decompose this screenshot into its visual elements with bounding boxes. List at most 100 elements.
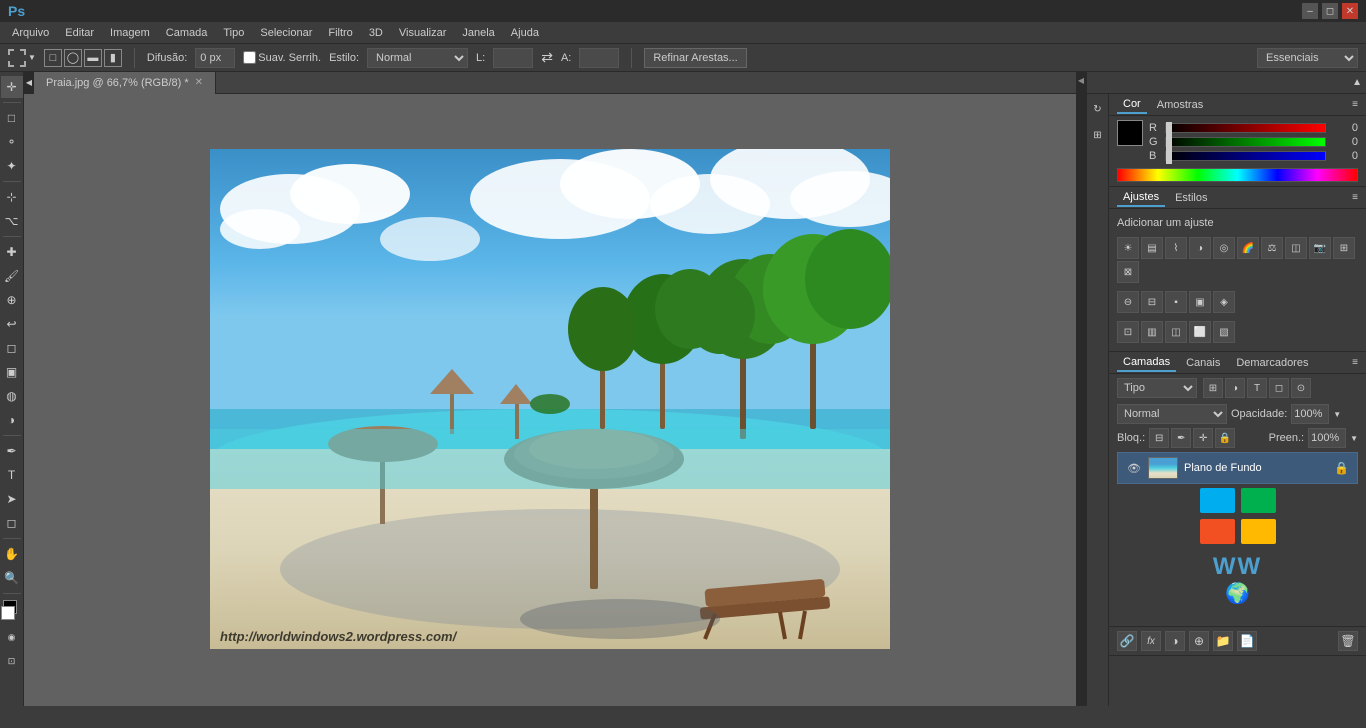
menu-filtro[interactable]: Filtro <box>320 22 360 43</box>
hsl-adj[interactable]: 🌈 <box>1237 237 1259 259</box>
gradient-tool[interactable]: ▣ <box>1 361 23 383</box>
colorlookup-adj[interactable]: ⊠ <box>1117 261 1139 283</box>
add-layer-btn[interactable]: 📄 <box>1237 631 1257 651</box>
vibrance-adj[interactable]: ◎ <box>1213 237 1235 259</box>
menu-janela[interactable]: Janela <box>454 22 502 43</box>
adj-3-3[interactable]: ◫ <box>1165 321 1187 343</box>
rotate-canvas[interactable]: ↻ <box>1087 98 1109 120</box>
tab-close-button[interactable]: ✕ <box>195 77 203 88</box>
quick-select-tool[interactable]: ✦ <box>1 155 23 177</box>
heal-tool[interactable]: ✚ <box>1 241 23 263</box>
document-tab[interactable]: Praia.jpg @ 66,7% (RGB/8) * ✕ <box>34 72 216 94</box>
add-style-btn[interactable]: fx <box>1141 631 1161 651</box>
a-input[interactable] <box>579 48 619 68</box>
foreground-color-swatch[interactable] <box>1117 120 1143 146</box>
close-button[interactable]: ✕ <box>1342 3 1358 19</box>
delete-layer-btn[interactable]: 🗑 <box>1338 631 1358 651</box>
hand-tool[interactable]: ✋ <box>1 543 23 565</box>
shape-filter[interactable]: ◻ <box>1269 378 1289 398</box>
g-track[interactable] <box>1165 137 1326 147</box>
gradient-map-adj[interactable]: ▣ <box>1189 291 1211 313</box>
opacity-arrow[interactable]: ▼ <box>1333 410 1341 419</box>
lock-position[interactable]: ✛ <box>1193 428 1213 448</box>
curves-adj[interactable]: ⌇ <box>1165 237 1187 259</box>
layer-type-filter[interactable]: Tipo <box>1117 378 1197 398</box>
type-tool[interactable]: T <box>1 464 23 486</box>
lock-all[interactable]: 🔒 <box>1215 428 1235 448</box>
menu-ajuda[interactable]: Ajuda <box>503 22 547 43</box>
bw-adj[interactable]: ◫ <box>1285 237 1307 259</box>
menu-tipo[interactable]: Tipo <box>215 22 252 43</box>
col-icon[interactable]: ▮ <box>104 49 122 67</box>
fill-arrow[interactable]: ▼ <box>1350 434 1358 443</box>
fill-input[interactable] <box>1308 428 1346 448</box>
spectrum-bar[interactable] <box>1117 168 1358 182</box>
menu-imagem[interactable]: Imagem <box>102 22 158 43</box>
blend-mode-select[interactable]: Normal Dissolver Escurecer Multiplicar <box>1117 404 1227 424</box>
brush-tool[interactable]: 🖌 <box>1 265 23 287</box>
add-adjustment-layer-btn[interactable]: ⊕ <box>1189 631 1209 651</box>
invert-adj[interactable]: ⊖ <box>1117 291 1139 313</box>
fg-bg-colors[interactable] <box>1 600 23 622</box>
l-input[interactable] <box>493 48 533 68</box>
g-thumb[interactable] <box>1166 136 1172 150</box>
posterize-adj[interactable]: ⊟ <box>1141 291 1163 313</box>
exposure-adj[interactable]: ◑ <box>1189 237 1211 259</box>
diffusion-input[interactable] <box>195 48 235 68</box>
background-color[interactable] <box>1 606 15 620</box>
tab-ajustes[interactable]: Ajustes <box>1117 189 1165 207</box>
maximize-button[interactable]: ◻ <box>1322 3 1338 19</box>
path-select-tool[interactable]: ➤ <box>1 488 23 510</box>
eyedropper-tool[interactable]: ⌥ <box>1 210 23 232</box>
layers-panel-menu[interactable]: ≡ <box>1352 357 1358 368</box>
screen-mode[interactable]: ⊡ <box>1 650 23 672</box>
r-thumb[interactable] <box>1166 122 1172 136</box>
rect-icon[interactable]: □ <box>44 49 62 67</box>
history-brush[interactable]: ↩ <box>1 313 23 335</box>
panels-collapse-icon[interactable]: ▲ <box>1352 77 1362 88</box>
threshold-adj[interactable]: ▪ <box>1165 291 1187 313</box>
marquee-tool[interactable]: □ <box>1 107 23 129</box>
dodge-tool[interactable]: ◑ <box>1 409 23 431</box>
panel-collapse-bar[interactable]: ◀ <box>1076 72 1086 706</box>
crop-tool[interactable]: ⊹ <box>1 186 23 208</box>
circle-icon[interactable]: ◯ <box>64 49 82 67</box>
tab-cor[interactable]: Cor <box>1117 96 1147 114</box>
canvas-viewport[interactable]: http://worldwindows2.wordpress.com/ <box>24 94 1076 706</box>
tab-amostras[interactable]: Amostras <box>1151 97 1209 113</box>
colorbal-adj[interactable]: ⚖ <box>1261 237 1283 259</box>
brightness-adj[interactable]: ☀ <box>1117 237 1139 259</box>
r-track[interactable] <box>1165 123 1326 133</box>
pen-tool[interactable]: ✒ <box>1 440 23 462</box>
lock-transparent[interactable]: ⊟ <box>1149 428 1169 448</box>
adj-3-1[interactable]: ⊡ <box>1117 321 1139 343</box>
tab-camadas[interactable]: Camadas <box>1117 354 1176 372</box>
opacity-input[interactable] <box>1291 404 1329 424</box>
adj-3-2[interactable]: ▥ <box>1141 321 1163 343</box>
pixel-filter[interactable]: ⊞ <box>1203 378 1223 398</box>
menu-camada[interactable]: Camada <box>158 22 216 43</box>
layer-item-background[interactable]: 👁 Plano de Fundo 🔒 <box>1117 452 1358 484</box>
levels-adj[interactable]: ▤ <box>1141 237 1163 259</box>
tab-canais[interactable]: Canais <box>1180 355 1226 371</box>
menu-3d[interactable]: 3D <box>361 22 391 43</box>
antialias-checkbox-area[interactable]: Suav. Serrih. <box>243 51 321 64</box>
menu-editar[interactable]: Editar <box>57 22 102 43</box>
zoom-tool[interactable]: 🔍 <box>1 567 23 589</box>
adj-filter[interactable]: ◑ <box>1225 378 1245 398</box>
antialias-checkbox[interactable] <box>243 51 256 64</box>
adj-panel-menu[interactable]: ≡ <box>1352 192 1358 203</box>
add-group-btn[interactable]: 📁 <box>1213 631 1233 651</box>
color-panel-menu[interactable]: ≡ <box>1352 99 1358 110</box>
clone-tool[interactable]: ⊕ <box>1 289 23 311</box>
mixchannel-adj[interactable]: ⊞ <box>1333 237 1355 259</box>
menu-arquivo[interactable]: Arquivo <box>4 22 57 43</box>
panel-tool-2[interactable]: ⊞ <box>1087 124 1109 146</box>
adj-3-5[interactable]: ▧ <box>1213 321 1235 343</box>
blur-tool[interactable]: ◍ <box>1 385 23 407</box>
panel-expand-left[interactable]: ◀ <box>24 72 34 94</box>
b-track[interactable] <box>1165 151 1326 161</box>
row-icon[interactable]: ▬ <box>84 49 102 67</box>
refine-button[interactable]: Refinar Arestas... <box>644 48 746 68</box>
quick-mask-mode[interactable]: ◉ <box>1 626 23 648</box>
